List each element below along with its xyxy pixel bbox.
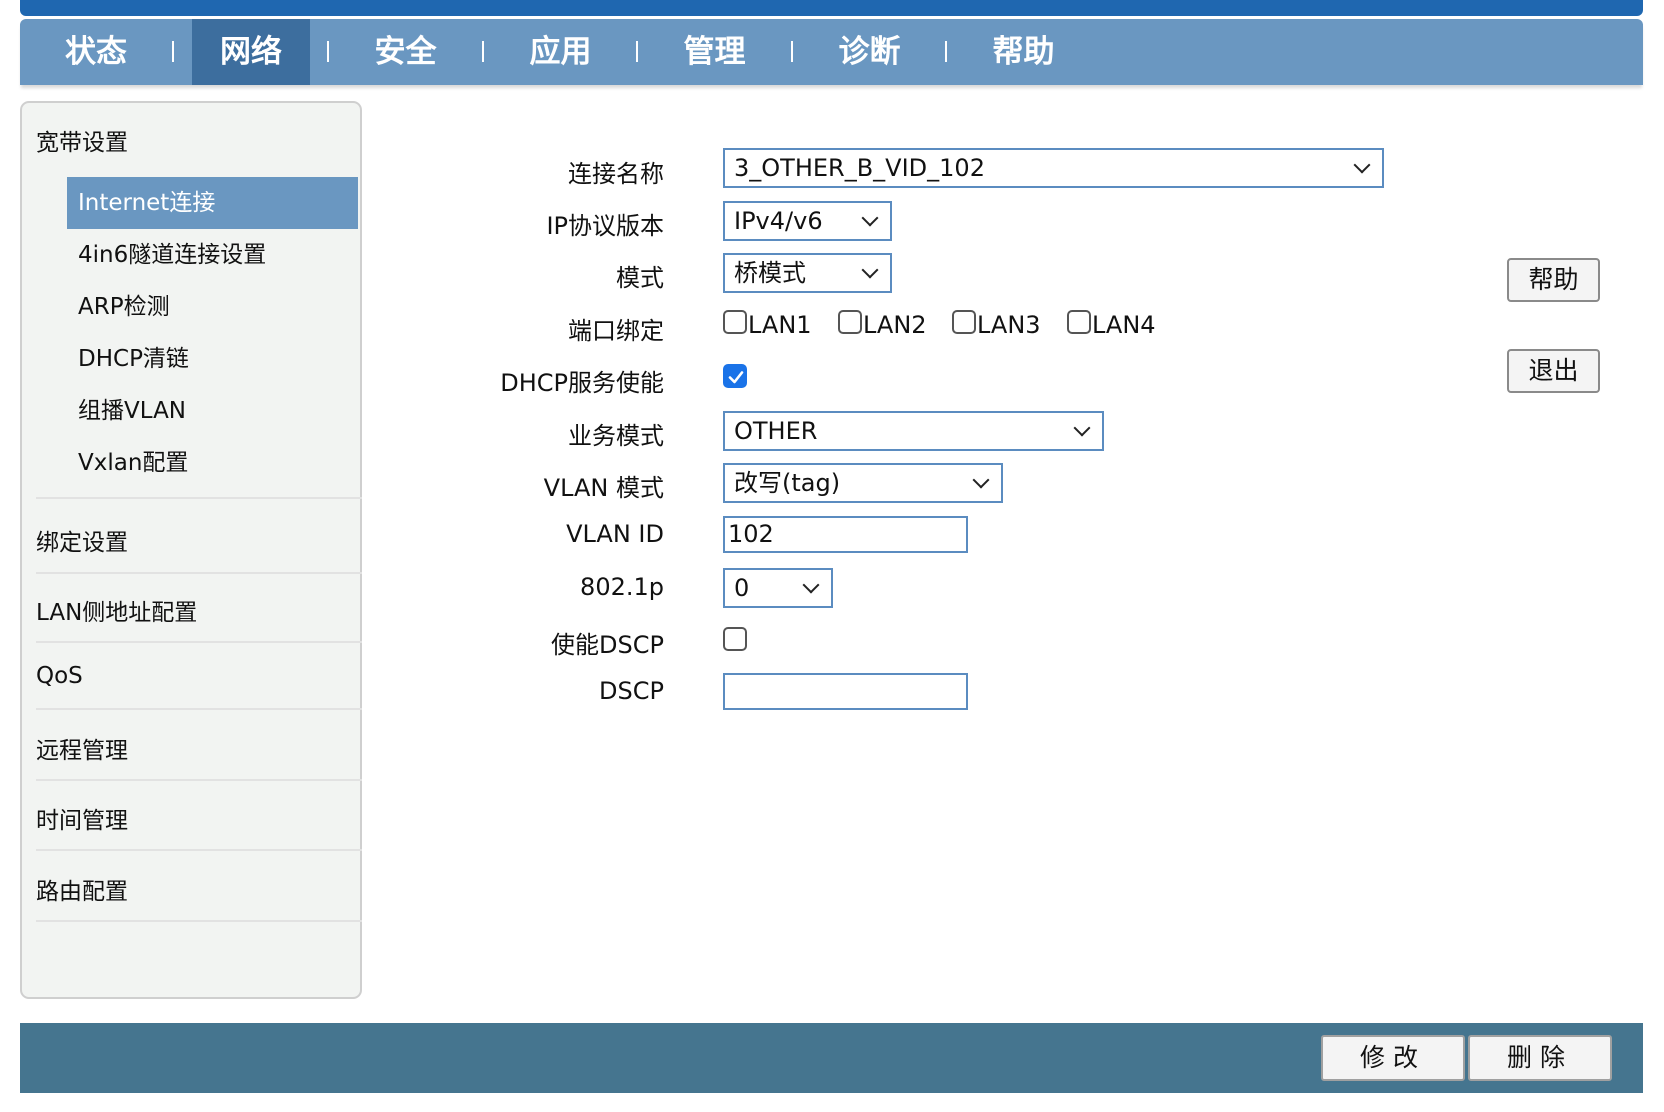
sidebar-group-binding[interactable]: 绑定设置 — [36, 523, 128, 557]
help-button[interactable]: 帮助 — [1507, 258, 1600, 302]
vlan-id-input[interactable]: 102 — [723, 516, 968, 553]
sidebar-divider — [36, 708, 362, 710]
dscp-enable-checkbox[interactable] — [723, 627, 747, 651]
top-banner-strip — [20, 0, 1643, 16]
ip-version-label: IP协议版本 — [546, 212, 664, 240]
nav-separator — [172, 41, 174, 62]
nav-separator — [327, 41, 329, 62]
dscp-input[interactable] — [723, 673, 968, 710]
sidebar-divider — [36, 641, 362, 643]
lan3-label: LAN3 — [977, 311, 1041, 339]
nav-tab-apps[interactable]: 应用 — [502, 19, 619, 85]
service-mode-select[interactable]: OTHER — [723, 411, 1104, 451]
footer-bar: 修改 删除 — [20, 1023, 1643, 1093]
lan1-label: LAN1 — [748, 311, 812, 339]
lan2-checkbox[interactable] — [838, 310, 862, 334]
p8021-label: 802.1p — [580, 573, 664, 601]
main-nav: 状态 网络 安全 应用 管理 诊断 帮助 — [20, 19, 1643, 85]
sidebar-group-time-mgmt[interactable]: 时间管理 — [36, 801, 128, 835]
mode-value: 桥模式 — [734, 259, 806, 287]
sidebar-divider — [36, 849, 362, 851]
conn-name-value: 3_OTHER_B_VID_102 — [734, 154, 985, 182]
sidebar-item-4in6[interactable]: 4in6隧道连接设置 — [78, 235, 266, 269]
lan4-label: LAN4 — [1092, 311, 1156, 339]
conn-name-label: 连接名称 — [568, 160, 664, 188]
ip-version-value: IPv4/v6 — [734, 207, 823, 235]
mode-select[interactable]: 桥模式 — [723, 253, 892, 293]
sidebar: 宽带设置 Internet连接 4in6隧道连接设置 ARP检测 DHCP清链 … — [20, 101, 362, 999]
logout-button[interactable]: 退出 — [1507, 349, 1600, 393]
nav-tab-status[interactable]: 状态 — [40, 19, 152, 85]
sidebar-group-routing[interactable]: 路由配置 — [36, 872, 128, 906]
nav-tab-management[interactable]: 管理 — [656, 19, 773, 85]
dhcp-enable-label: DHCP服务使能 — [500, 369, 664, 397]
sidebar-item-arp[interactable]: ARP检测 — [78, 287, 170, 321]
dscp-enable-label: 使能DSCP — [551, 631, 664, 659]
nav-tab-security[interactable]: 安全 — [347, 19, 464, 85]
service-mode-value: OTHER — [734, 417, 818, 445]
sidebar-group-remote-mgmt[interactable]: 远程管理 — [36, 731, 128, 765]
lan2-label: LAN2 — [863, 311, 927, 339]
dhcp-enable-checkbox[interactable] — [723, 364, 747, 388]
nav-separator — [636, 41, 638, 62]
dscp-label: DSCP — [599, 677, 664, 705]
sidebar-group-qos[interactable]: QoS — [36, 663, 83, 689]
mode-label: 模式 — [616, 264, 664, 292]
modify-button[interactable]: 修改 — [1321, 1035, 1465, 1081]
sidebar-group-broadband[interactable]: 宽带设置 — [36, 123, 128, 157]
sidebar-item-dhcp-clear[interactable]: DHCP清链 — [78, 339, 189, 373]
vlan-mode-value: 改写(tag) — [734, 469, 841, 497]
sidebar-divider — [36, 572, 362, 574]
sidebar-item-vxlan[interactable]: Vxlan配置 — [78, 443, 188, 477]
lan1-checkbox[interactable] — [723, 310, 747, 334]
sidebar-group-lan-address[interactable]: LAN侧地址配置 — [36, 593, 197, 627]
p8021-value: 0 — [734, 574, 750, 602]
nav-tab-help[interactable]: 帮助 — [965, 19, 1082, 85]
vlan-mode-select[interactable]: 改写(tag) — [723, 463, 1003, 503]
port-bind-label: 端口绑定 — [568, 317, 664, 345]
nav-tab-diagnostics[interactable]: 诊断 — [811, 19, 928, 85]
sidebar-divider — [36, 920, 362, 922]
nav-separator — [482, 41, 484, 62]
vlan-mode-label: VLAN 模式 — [543, 474, 664, 502]
nav-tab-network[interactable]: 网络 — [192, 19, 310, 85]
nav-separator — [945, 41, 947, 62]
chevron-down-icon — [1353, 156, 1371, 174]
chevron-down-icon — [861, 261, 879, 279]
nav-separator — [791, 41, 793, 62]
vlan-id-label: VLAN ID — [566, 520, 664, 548]
p8021-select[interactable]: 0 — [723, 568, 833, 608]
lan3-checkbox[interactable] — [952, 310, 976, 334]
chevron-down-icon — [1073, 419, 1091, 437]
chevron-down-icon — [861, 209, 879, 227]
sidebar-divider — [36, 497, 362, 499]
chevron-down-icon — [972, 471, 990, 489]
sidebar-item-multicast-vlan[interactable]: 组播VLAN — [78, 391, 186, 425]
lan4-checkbox[interactable] — [1067, 310, 1091, 334]
delete-button[interactable]: 删除 — [1468, 1035, 1612, 1081]
conn-name-select[interactable]: 3_OTHER_B_VID_102 — [723, 148, 1384, 188]
checkmark-icon — [728, 371, 744, 384]
chevron-down-icon — [802, 576, 820, 594]
ip-version-select[interactable]: IPv4/v6 — [723, 201, 892, 241]
sidebar-divider — [36, 779, 362, 781]
sidebar-item-internet[interactable]: Internet连接 — [67, 177, 358, 229]
service-mode-label: 业务模式 — [568, 422, 664, 450]
